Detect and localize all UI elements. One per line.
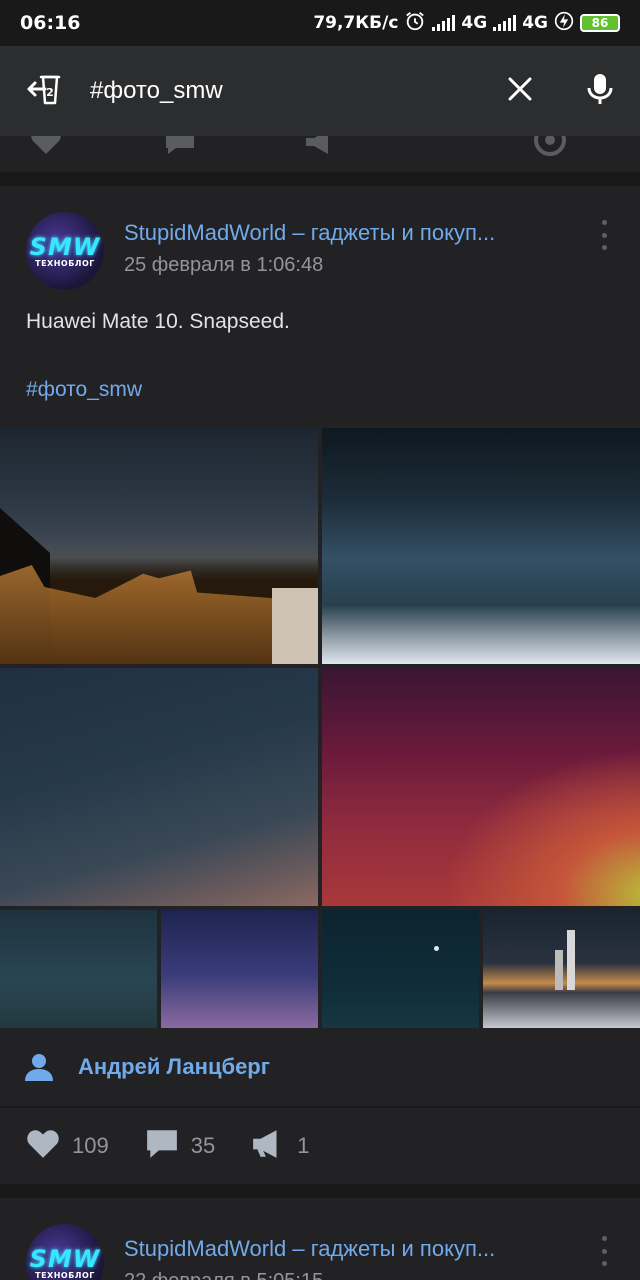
photo-thumb-2[interactable]	[161, 910, 318, 1028]
comment-icon	[164, 136, 196, 158]
avatar-subtitle: ТЕХНОБЛОГ	[35, 258, 95, 268]
heart-icon	[26, 1129, 60, 1163]
post-author[interactable]: StupidMadWorld – гаджеты и покуп...	[124, 1236, 564, 1262]
dot	[601, 245, 607, 250]
close-icon	[506, 75, 534, 107]
views-icon	[532, 136, 568, 158]
comment-count: 35	[190, 1133, 216, 1158]
search-query[interactable]: #фото_smw	[90, 77, 480, 105]
signer-name: Андрей Ланцберг	[78, 1054, 270, 1079]
post-text: Huawei Mate 10. Snapseed.	[26, 310, 290, 333]
dot	[601, 220, 607, 225]
next-post-card: SMW ТЕХНОБЛОГ StupidMadWorld – гаджеты и…	[0, 1198, 640, 1280]
photo-thumb-4[interactable]	[483, 910, 640, 1028]
photo-detail	[272, 588, 318, 664]
repost-count: 1	[297, 1133, 310, 1158]
like-count: 109	[72, 1133, 109, 1158]
photo-thumb-3[interactable]	[322, 910, 479, 1028]
alarm-icon	[404, 10, 426, 37]
network-type-1: 4G	[461, 13, 488, 33]
signal-icon-2	[493, 15, 517, 31]
megaphone-icon	[251, 1129, 285, 1163]
status-bar: 06:16 79,7КБ/с 4G 4G 86	[0, 0, 640, 46]
post-menu-button[interactable]	[594, 1236, 614, 1266]
post-card: SMW ТЕХНОБЛОГ StupidMadWorld – гаджеты и…	[0, 186, 640, 1184]
photo-clouds-dark[interactable]	[322, 428, 640, 664]
like-button[interactable]: 109	[26, 1129, 109, 1163]
share-icon	[304, 136, 336, 158]
previous-post-actions	[0, 136, 640, 172]
avatar[interactable]: SMW ТЕХНОБЛОГ	[26, 1224, 104, 1280]
post-signer[interactable]: Андрей Ланцберг	[0, 1028, 640, 1106]
post-actions: 109 35 1	[0, 1108, 640, 1184]
avatar-logo: SMW	[29, 1244, 101, 1273]
post-menu-button[interactable]	[594, 220, 614, 250]
status-time: 06:16	[20, 12, 81, 34]
photo-thumb-1[interactable]	[0, 910, 157, 1028]
comment-button[interactable]: 35	[145, 1128, 215, 1164]
post-hashtag[interactable]: #фото_smw	[26, 378, 142, 402]
signal-icon	[432, 15, 456, 31]
back-button[interactable]: 2	[0, 46, 90, 136]
photo-city-night[interactable]	[0, 428, 318, 664]
photo-clouds-streaks[interactable]	[0, 668, 318, 906]
photo-aurora-sky[interactable]	[322, 668, 640, 906]
status-right: 79,7КБ/с 4G 4G 86	[313, 10, 620, 37]
dot	[601, 1236, 607, 1241]
share-button[interactable]: 1	[251, 1129, 309, 1163]
avatar-subtitle: ТЕХНОБЛОГ	[35, 1270, 95, 1280]
post-author[interactable]: StupidMadWorld – гаджеты и покуп...	[124, 220, 564, 246]
microphone-icon	[586, 72, 614, 110]
photo-detail	[434, 946, 439, 951]
svg-text:2: 2	[46, 86, 54, 99]
dot	[601, 1248, 607, 1254]
dot	[601, 232, 607, 238]
voice-search-button[interactable]	[560, 46, 640, 136]
person-icon	[0, 1052, 78, 1082]
dot	[601, 1261, 607, 1266]
heart-icon	[30, 136, 62, 156]
photo-detail	[567, 930, 575, 990]
avatar[interactable]: SMW ТЕХНОБЛОГ	[26, 212, 104, 290]
search-toolbar: 2 #фото_smw	[0, 46, 640, 136]
back-arrow-icon: 2	[25, 71, 65, 111]
network-speed: 79,7КБ/с	[313, 13, 399, 33]
comment-icon	[145, 1128, 179, 1164]
post-date: 25 февраля в 1:06:48	[124, 254, 324, 276]
photo-detail	[555, 950, 563, 990]
battery-indicator: 86	[580, 14, 620, 32]
post-date: 22 февраля в 5:05:15	[124, 1270, 323, 1280]
clear-search-button[interactable]	[480, 46, 560, 136]
charging-icon	[554, 11, 574, 36]
avatar-logo: SMW	[29, 232, 101, 261]
network-type-2: 4G	[522, 13, 548, 33]
